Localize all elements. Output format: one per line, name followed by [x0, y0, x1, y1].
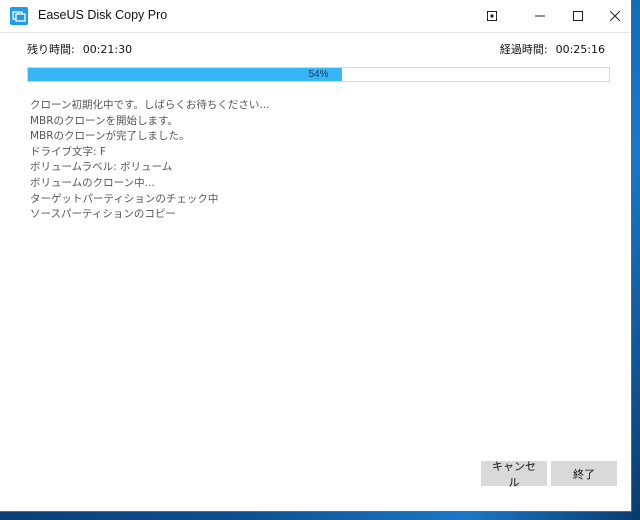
log-line: クローン初期化中です。しばらくお待ちください...	[30, 99, 270, 111]
title-bar[interactable]: EaseUS Disk Copy Pro	[0, 0, 631, 33]
clone-progress-bar: 54%	[27, 67, 610, 82]
remaining-time-value: 00:21:30	[82, 43, 133, 56]
window-title: EaseUS Disk Copy Pro	[38, 8, 168, 22]
cancel-button[interactable]: キャンセル	[481, 460, 547, 489]
pin-icon[interactable]	[470, 0, 514, 31]
log-line: MBRのクローンが完了しました。	[30, 130, 190, 143]
remaining-time: 残り時間: 00:21:30	[27, 41, 132, 57]
log-line: ターゲットパーティションのチェック中	[30, 192, 219, 205]
status-log: クローン初期化中です。しばらくお待ちください... MBRのクローンを開始します…	[30, 98, 269, 223]
elapsed-time-label: 経過時間:	[499, 43, 548, 56]
progress-percent: 54%	[308, 69, 329, 80]
log-line: ソースパーティションのコピー	[30, 208, 176, 221]
disk-copy-app-icon	[10, 7, 28, 25]
log-line: ドライブ文字: F	[30, 145, 106, 158]
elapsed-time-value: 00:25:16	[555, 43, 605, 56]
close-icon[interactable]	[593, 0, 637, 31]
log-line: ボリュームのクローン中...	[30, 176, 155, 189]
log-line: ボリュームラベル: ボリューム	[30, 161, 173, 174]
log-line: MBRのクローンを開始します。	[30, 114, 178, 127]
elapsed-time: 経過時間: 00:25:16	[500, 41, 605, 57]
app-window: EaseUS Disk Copy Pro 残り時間: 00:21:30 経過時間…	[0, 0, 632, 512]
finish-button[interactable]: 終了	[551, 461, 617, 486]
remaining-time-label: 残り時間:	[27, 43, 75, 56]
